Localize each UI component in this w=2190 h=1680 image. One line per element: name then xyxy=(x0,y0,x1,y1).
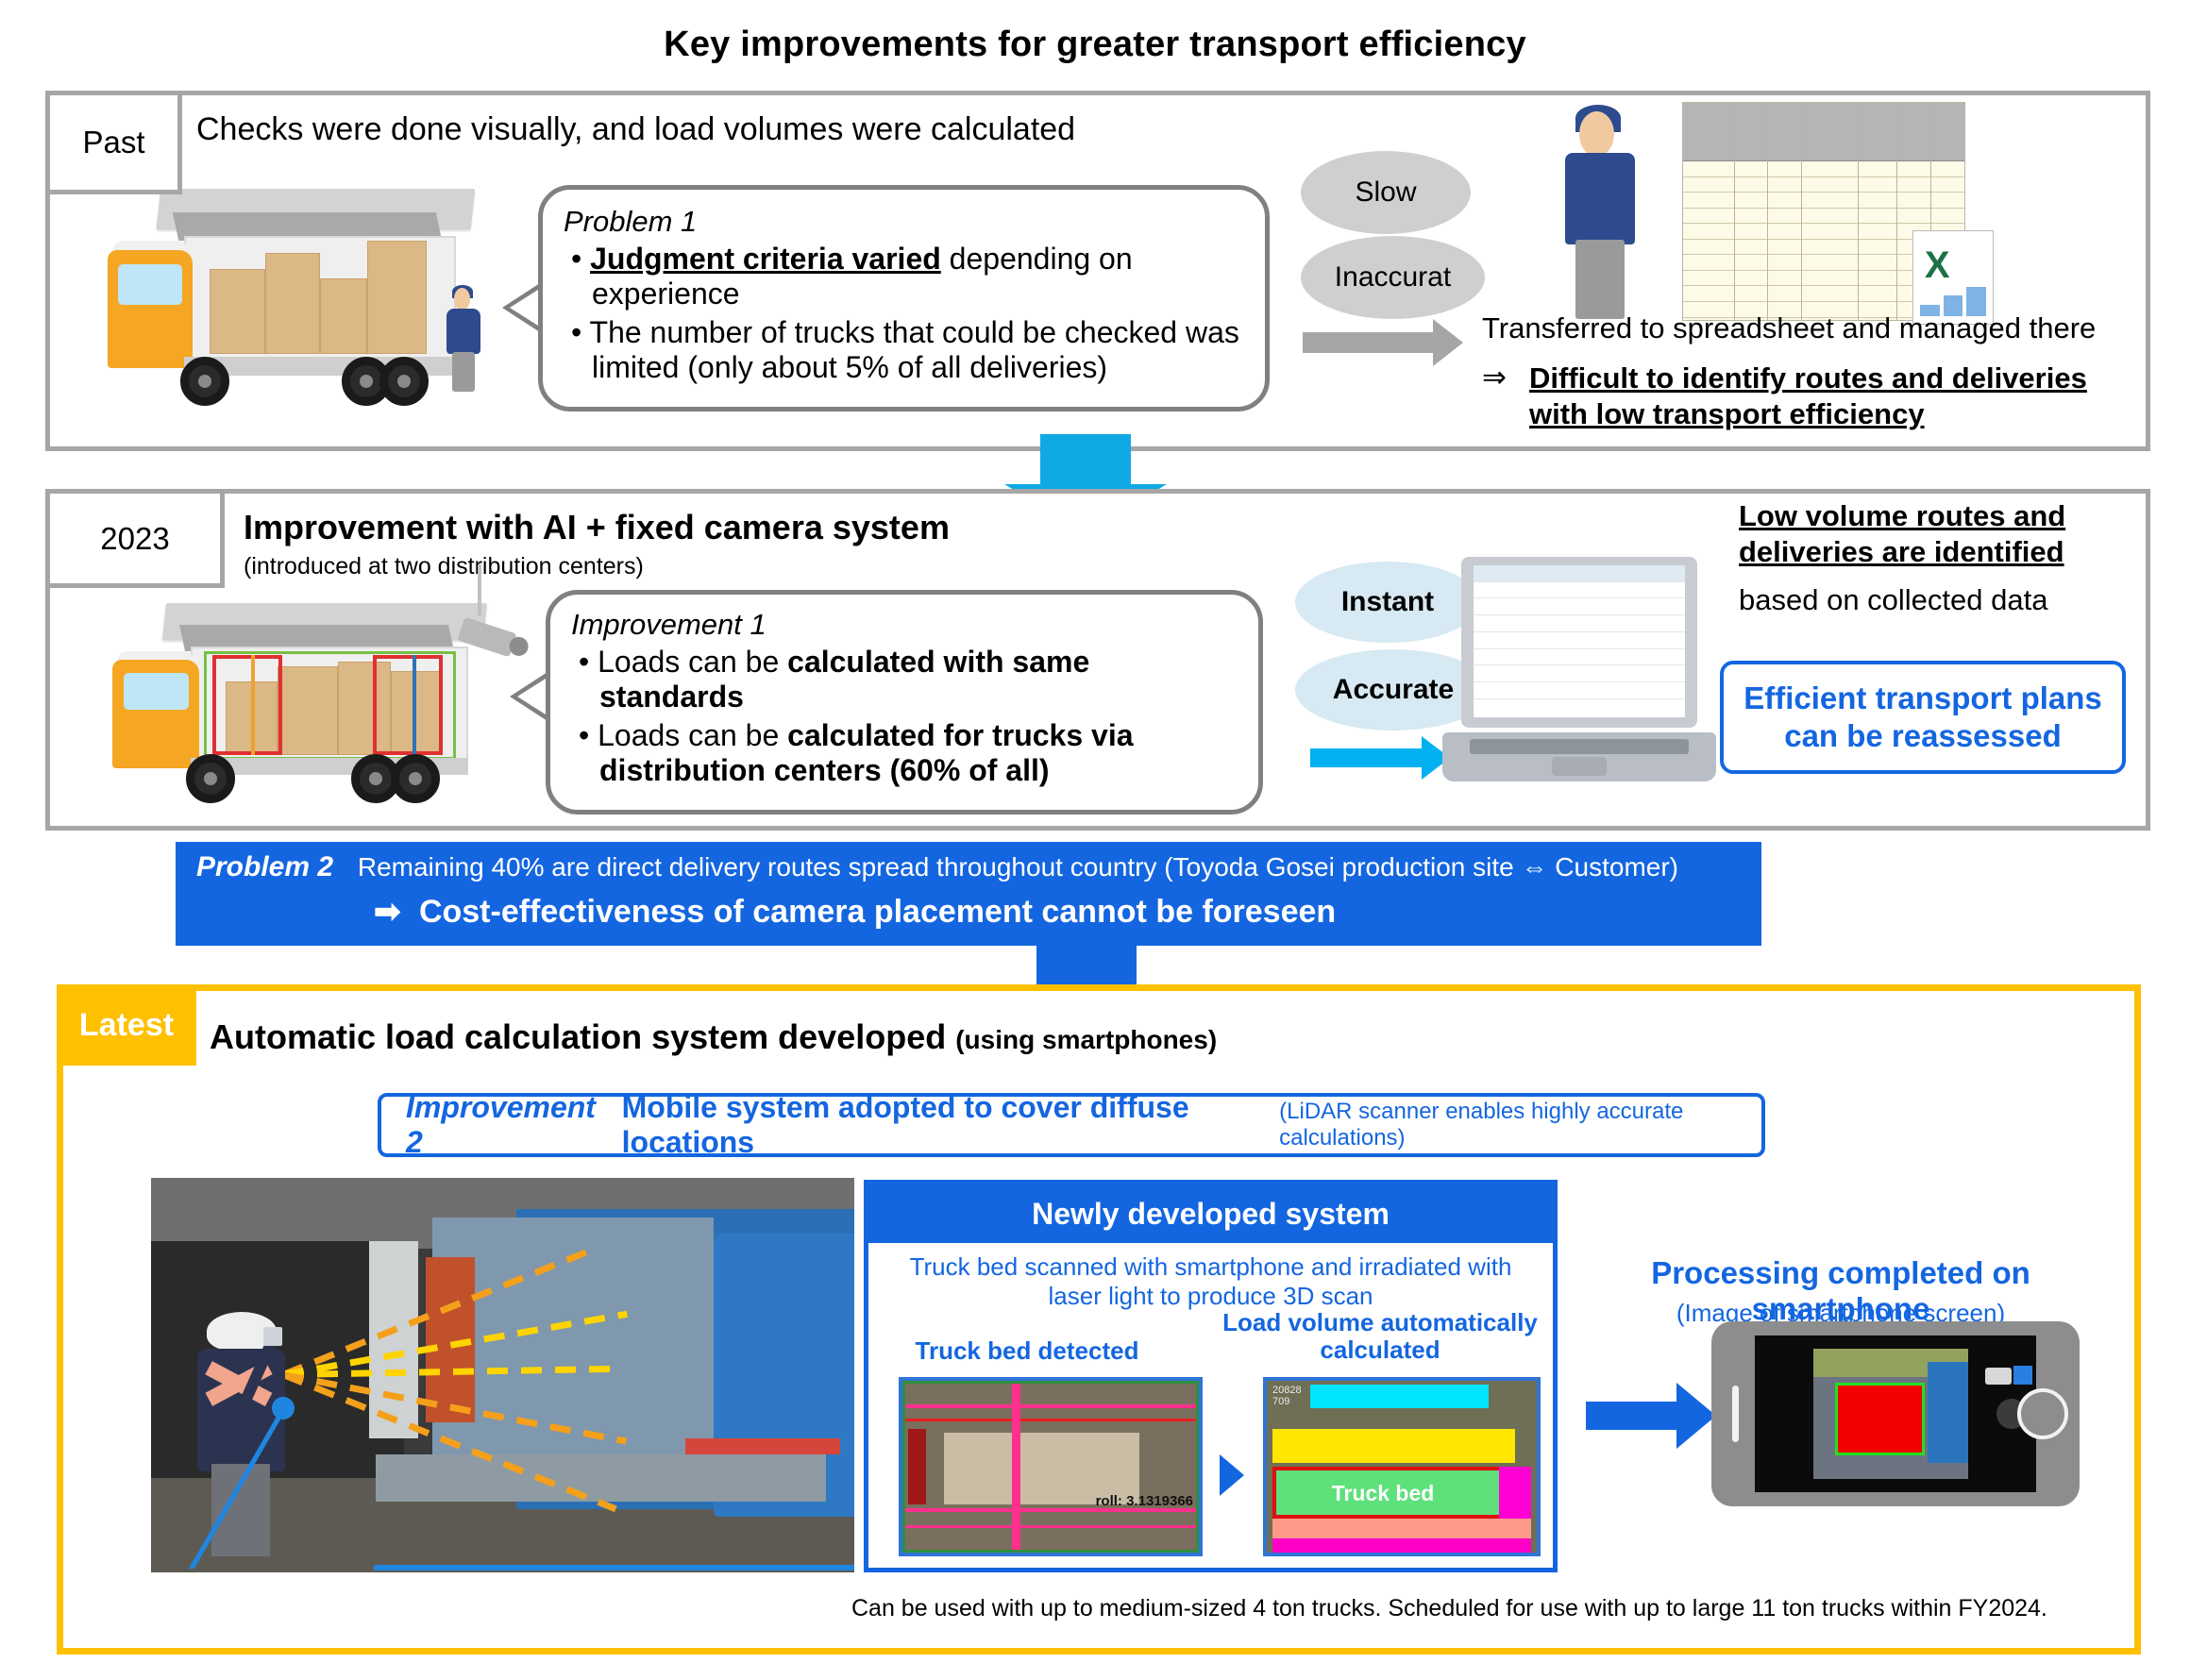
latest-footnote: Can be used with up to medium-sized 4 to… xyxy=(851,1595,2047,1621)
scan-step-arrow xyxy=(1220,1454,1244,1496)
problem-2-line1: Problem 2 Remaining 40% are direct deliv… xyxy=(196,851,1678,882)
worker-figure-clipboard xyxy=(1548,105,1652,319)
problem-1-bubble-tail xyxy=(502,283,540,332)
problem-2-banner: Problem 2 Remaining 40% are direct deliv… xyxy=(176,842,1761,946)
nds-right-label: Load volume automatically calculated xyxy=(1222,1308,1538,1365)
page-title: Key improvements for greater transport e… xyxy=(664,25,1526,64)
section-2023-headline: Improvement with AI + fixed camera syste… xyxy=(244,508,950,546)
truck-icon[interactable] xyxy=(1985,1368,2012,1385)
improvement-1-bubble-tail xyxy=(510,672,548,721)
improvement-1-bubble: Improvement 1 Loads can be calculated wi… xyxy=(546,590,1263,815)
section-past-tag: Past xyxy=(45,91,182,194)
phone-screen xyxy=(1755,1336,2036,1492)
phone-home-button[interactable] xyxy=(2017,1388,2068,1439)
scan-overlay-text: roll: 3.1319366 xyxy=(1095,1493,1193,1509)
truck-illustration-past xyxy=(99,179,524,415)
improvement-1-list: Loads can be calculated with same standa… xyxy=(571,645,1238,789)
problem-1-label: Problem 1 xyxy=(564,205,698,238)
callout-efficient-plans: Efficient transport plans can be reasses… xyxy=(1720,661,2126,774)
volume-corner-text: 20828 709 xyxy=(1272,1385,1302,1408)
scanning-photo xyxy=(151,1178,854,1572)
phone-screen-image xyxy=(1813,1349,1968,1479)
pill-inaccurate: Inaccurat xyxy=(1301,236,1485,319)
newly-developed-system-panel: Newly developed system Truck bed scanned… xyxy=(864,1180,1558,1572)
section-2023-subhead: (introduced at two distribution centers) xyxy=(244,553,644,580)
improvement-1-item: Loads can be calculated for trucks via d… xyxy=(571,718,1238,789)
nds-left-label: Truck bed detected xyxy=(915,1336,1139,1365)
improvement-2-note: (LiDAR scanner enables highly accurate c… xyxy=(1279,1099,1684,1151)
past-headline: Checks were done visually, and load volu… xyxy=(196,111,1076,147)
volume-overlay-text: Truck bed xyxy=(1331,1480,1435,1505)
worker-figure-past xyxy=(439,284,488,392)
improvement-2-label: Improvement 2 xyxy=(406,1090,596,1159)
truck-illustration-2023 xyxy=(104,563,538,812)
problem-1-list: Judgment criteria varied depending on ex… xyxy=(564,242,1244,386)
infographic-page: Key improvements for greater transport e… xyxy=(0,0,2190,1680)
past-transfer-text: Transferred to spreadsheet and managed t… xyxy=(1482,311,2097,344)
arrow-to-phone xyxy=(1586,1383,1716,1449)
latest-headline: Automatic load calculation system develo… xyxy=(210,1017,1218,1056)
problem-1-item: The number of trucks that could be check… xyxy=(564,315,1244,386)
section-latest-tag: Latest xyxy=(57,984,196,1066)
improvement-1-item: Loads can be calculated with same standa… xyxy=(571,645,1238,715)
result-2023-rest: based on collected data xyxy=(1739,583,2048,616)
result-2023-underline: Low volume routes and deliveries are ide… xyxy=(1739,499,2066,568)
past-result-arrow: ⇒ xyxy=(1482,361,1507,394)
scan-image-truck-bed: roll: 3.1319366 xyxy=(899,1377,1203,1556)
problem-1-bubble: Problem 1 Judgment criteria varied depen… xyxy=(538,185,1270,412)
laptop-illustration xyxy=(1442,557,1716,781)
volume-image: 20828 709 Truck bed xyxy=(1263,1377,1541,1556)
nds-description: Truck bed scanned with smartphone and ir… xyxy=(909,1252,1512,1310)
info-icon[interactable] xyxy=(2013,1366,2032,1385)
improvement-2-banner: Improvement 2 Mobile system adopted to c… xyxy=(378,1090,1765,1159)
arrow-to-laptop xyxy=(1310,736,1450,780)
excel-icon: X xyxy=(1912,230,1994,325)
improvement-2-main: Mobile system adopted to cover diffuse l… xyxy=(621,1090,1189,1159)
improvement-1-label: Improvement 1 xyxy=(571,608,766,641)
section-2023-tag: 2023 xyxy=(45,489,225,588)
photo-person xyxy=(194,1312,306,1557)
phone-speaker xyxy=(1732,1386,1739,1442)
problem-2-line2: ➡ Cost-effectiveness of camera placement… xyxy=(374,894,1337,930)
past-result-text: Difficult to identify routes and deliver… xyxy=(1529,361,2087,430)
pill-slow: Slow xyxy=(1301,151,1471,234)
nds-header: Newly developed system xyxy=(868,1184,1553,1243)
smartphone-mockup xyxy=(1711,1321,2080,1506)
problem-1-item: Judgment criteria varied depending on ex… xyxy=(564,242,1244,312)
arrow-to-spreadsheet xyxy=(1303,319,1463,366)
